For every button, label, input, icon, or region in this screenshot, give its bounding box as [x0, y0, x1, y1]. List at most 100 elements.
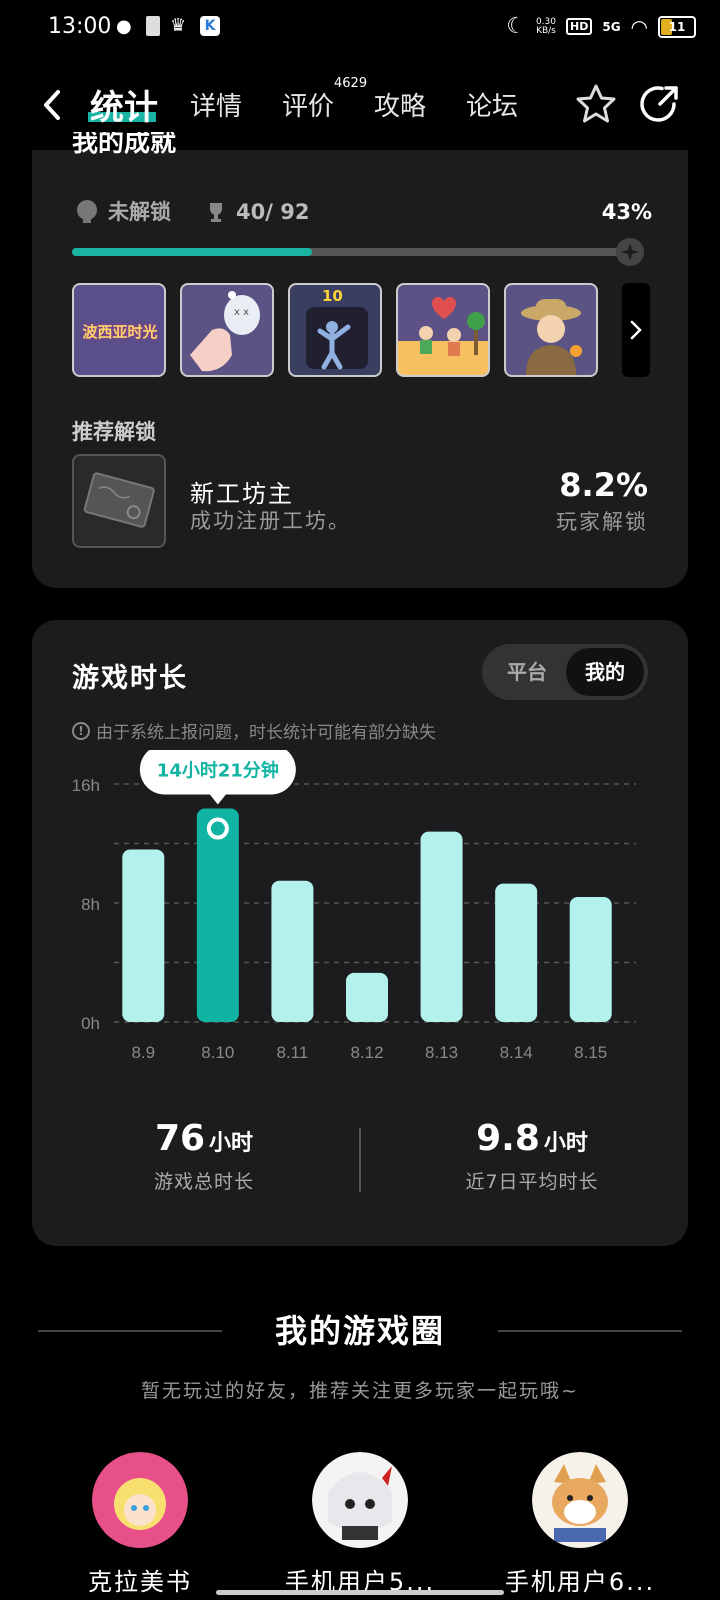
badge-1-logo: 波西亚时光 — [82, 323, 158, 341]
chart-bar — [569, 897, 612, 1022]
chart-ytick-label: 0h — [81, 1014, 100, 1033]
more-achievements-button[interactable] — [622, 283, 650, 377]
friend-card-1[interactable]: 克拉美书 — [50, 1452, 230, 1597]
friend-card-3[interactable]: 手机用户6... — [490, 1452, 670, 1597]
status-bar: 13:00 ● ♛ K ☾ 0.30 KB/s HD 5G ◠ 11 — [0, 0, 720, 56]
game-circle-title: 我的游戏圈 — [274, 1312, 445, 1350]
explorer-icon — [521, 299, 582, 375]
total-playtime-unit: 小时 — [209, 1131, 254, 1156]
achievement-badge-5[interactable] — [504, 283, 598, 377]
chart-xtick-label: 8.11 — [277, 1043, 309, 1062]
status-right: ☾ 0.30 KB/s HD 5G ◠ 11 — [506, 14, 696, 39]
chart-bar — [420, 831, 463, 1022]
crown-icon: ♛ — [170, 15, 187, 36]
chart-bar — [495, 883, 538, 1022]
achievement-progress-text: 40/ 92 — [236, 200, 310, 224]
recommended-achievement-image[interactable] — [72, 454, 166, 548]
recommended-unlock-percent: 8.2% — [559, 466, 648, 504]
chart-ytick-label: 8h — [81, 895, 100, 914]
playtime-notice: ! 由于系统上报问题，时长统计可能有部分缺失 — [72, 718, 436, 743]
achievement-badge-1[interactable]: 波西亚时光 — [72, 283, 166, 377]
figure-icon — [317, 321, 351, 370]
achievement-progress-bar — [72, 248, 630, 256]
chart-xtick-label: 8.9 — [131, 1043, 155, 1062]
share-icon[interactable] — [638, 82, 682, 126]
chart-tooltip-pointer — [209, 794, 226, 805]
tab-reviews[interactable]: 评价 — [282, 86, 334, 123]
progress-end-star-icon — [616, 238, 644, 266]
chart-tooltip-text: 14小时21分钟 — [157, 760, 279, 782]
avg-playtime-value: 9.8 — [476, 1118, 540, 1159]
game-circle-subtitle: 暂无玩过的好友，推荐关注更多玩家一起玩哦~ — [141, 1380, 579, 1402]
chart-xtick-label: 8.14 — [500, 1043, 533, 1062]
recommend-label: 推荐解锁 — [72, 420, 156, 444]
status-time: 13:00 — [48, 14, 112, 39]
avg-playtime-unit: 小时 — [543, 1131, 588, 1156]
chart-xtick-label: 8.10 — [201, 1043, 234, 1062]
signal-icon: 5G — [602, 19, 621, 34]
avg-playtime-label: 近7日平均时长 — [465, 1171, 599, 1193]
tab-guides[interactable]: 攻略 — [374, 86, 426, 123]
locked-status: 未解锁 — [74, 196, 171, 226]
svg-text:x x: x x — [234, 307, 249, 318]
achievement-badges: 波西亚时光 x x 10 — [72, 283, 598, 377]
chart-xtick-label: 8.15 — [574, 1043, 607, 1062]
chart-bar — [196, 808, 239, 1022]
favorite-star-icon[interactable] — [574, 82, 618, 126]
achievement-count: 40/ 92 — [204, 200, 309, 224]
top-nav: 统计 详情 评价 4629 攻略 论坛 — [0, 70, 720, 140]
recommended-unlock-label: 玩家解锁 — [556, 510, 648, 534]
fist-ghost-icon: x x — [190, 291, 260, 372]
moon-icon: ☾ — [506, 14, 526, 39]
total-playtime-label: 游戏总时长 — [153, 1171, 254, 1193]
friend-name: 手机用户6... — [504, 1568, 656, 1596]
avatar[interactable] — [532, 1452, 628, 1548]
tab-stats[interactable]: 统计 — [90, 80, 158, 129]
notice-text: 由于系统上报问题，时长统计可能有部分缺失 — [96, 723, 436, 743]
hd-icon: HD — [566, 18, 593, 35]
friend-name: 克拉美书 — [88, 1568, 192, 1596]
back-arrow-icon[interactable] — [38, 86, 68, 124]
recommended-achievement-desc: 成功注册工坊。 — [190, 509, 351, 533]
notification-icons: ● ♛ K — [116, 15, 220, 37]
net-speed: 0.30 KB/s — [536, 17, 556, 36]
locked-trophy-icon — [77, 200, 97, 223]
home-indicator[interactable] — [216, 1590, 504, 1595]
total-playtime: 76 小时 游戏总时长 — [104, 1118, 304, 1194]
battery-icon: 11 — [658, 15, 696, 38]
wifi-icon: ◠ — [630, 14, 648, 39]
achievement-progress-fill — [72, 248, 312, 256]
friend-card-2[interactable]: 手机用户5... — [270, 1452, 450, 1597]
wechat-icon: ● — [116, 16, 132, 37]
chart-bar — [271, 880, 314, 1022]
achievements-title: 我的成就 — [72, 132, 177, 154]
avatar-image — [532, 1452, 628, 1548]
avatar-image — [92, 1452, 188, 1548]
battery-level: 11 — [668, 19, 686, 34]
chart-xtick-label: 8.12 — [350, 1043, 383, 1062]
stat-divider — [359, 1128, 361, 1192]
tab-details[interactable]: 详情 — [190, 86, 242, 123]
achievement-badge-4[interactable] — [396, 283, 490, 377]
toggle-platform[interactable]: 平台 — [488, 644, 566, 700]
tab-forum[interactable]: 论坛 — [466, 86, 518, 123]
chart-ytick-label: 16h — [72, 776, 100, 795]
net-speed-unit: KB/s — [536, 25, 556, 36]
toggle-mine[interactable]: 我的 — [566, 644, 644, 700]
review-count-badge: 4629 — [334, 76, 368, 91]
chart-bar — [346, 972, 388, 1022]
playtime-toggle: 平台 我的 — [482, 644, 648, 700]
chevron-right-icon — [630, 320, 642, 340]
avatar[interactable] — [92, 1452, 188, 1548]
playtime-chart: 0h 8h 16h 8.9 8.10 14小时21分钟 8.11 8.12 8.13 8.14 8.… — [72, 750, 636, 1062]
couple-heart-icon — [419, 297, 485, 356]
total-playtime-value: 76 — [154, 1118, 206, 1159]
chart-bar — [122, 849, 165, 1022]
achievement-percent: 43% — [601, 200, 652, 224]
locked-label: 未解锁 — [108, 200, 171, 224]
playtime-title: 游戏时长 — [72, 663, 188, 694]
achievement-badge-3[interactable]: 10 — [288, 283, 382, 377]
chart-xtick-label: 8.13 — [425, 1043, 458, 1062]
achievement-badge-2[interactable]: x x — [180, 283, 274, 377]
avatar[interactable] — [312, 1452, 408, 1548]
